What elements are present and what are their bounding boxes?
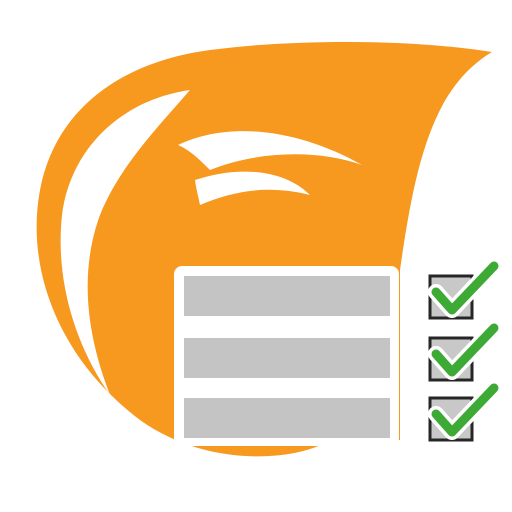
field-row-2	[184, 338, 390, 378]
field-row-3	[184, 398, 390, 438]
row-separator-1	[178, 320, 396, 332]
field-row-1	[184, 276, 390, 316]
row-separator-2	[178, 382, 396, 394]
logo-icon	[0, 0, 512, 512]
flame-checklist-icon	[36, 41, 502, 457]
